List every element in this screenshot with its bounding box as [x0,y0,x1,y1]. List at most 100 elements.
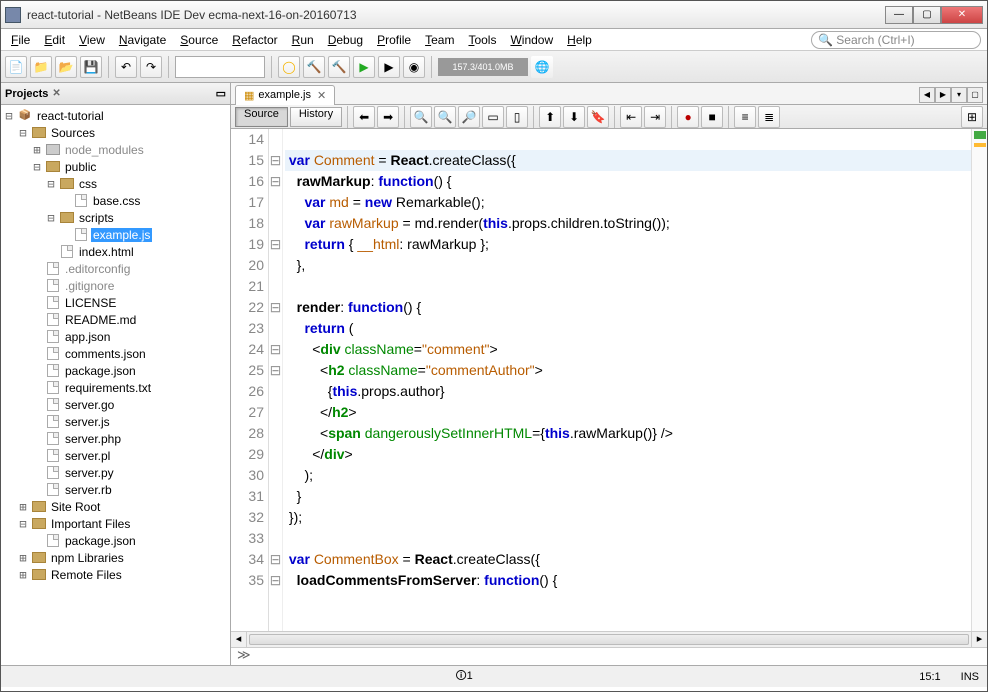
prev-bookmark-button[interactable]: ⬆ [539,106,561,128]
line-number[interactable]: 26 [235,381,264,402]
menu-team[interactable]: Team [421,31,458,49]
expand-icon[interactable]: ⊟ [31,160,43,174]
line-number[interactable]: 17 [235,192,264,213]
tree-node-package.json[interactable]: package.json [3,362,228,379]
expand-icon[interactable]: ⊟ [17,126,29,140]
tree-node-server.js[interactable]: server.js [3,413,228,430]
fold-icon[interactable] [269,213,282,234]
tree-node-server.go[interactable]: server.go [3,396,228,413]
code-editor[interactable]: 1415161718192021222324252627282930313233… [231,129,987,631]
nav-fwd-button[interactable]: ➡ [377,106,399,128]
fold-icon[interactable]: ⊟ [269,360,282,381]
new-file-button[interactable]: 📄 [5,56,27,78]
line-number[interactable]: 34 [235,549,264,570]
fold-icon[interactable] [269,444,282,465]
toggle-bookmark-button[interactable]: 🔖 [587,106,609,128]
expand-icon[interactable]: ⊞ [17,500,29,514]
code-line[interactable]: var Comment = React.createClass({ [285,150,971,171]
line-number[interactable]: 25 [235,360,264,381]
macro-stop-button[interactable]: ■ [701,106,723,128]
tree-node-package.json[interactable]: package.json [3,532,228,549]
browser-button[interactable]: ◯ [278,56,300,78]
line-number[interactable]: 15 [235,150,264,171]
find-next-button[interactable]: 🔎 [458,106,480,128]
menu-source[interactable]: Source [176,31,222,49]
shift-right-button[interactable]: ⇥ [644,106,666,128]
tab-list-button[interactable]: ▾ [951,87,967,103]
code-line[interactable]: var md = new Remarkable(); [285,192,971,213]
code-line[interactable]: loadCommentsFromServer: function() { [285,570,971,591]
tree-node-Site Root[interactable]: ⊞Site Root [3,498,228,515]
code-line[interactable]: }); [285,507,971,528]
tree-node-app.json[interactable]: app.json [3,328,228,345]
close-button[interactable]: ✕ [941,6,983,24]
menu-file[interactable]: File [7,31,34,49]
tree-node-Sources[interactable]: ⊟Sources [3,124,228,141]
tree-node-server.php[interactable]: server.php [3,430,228,447]
expand-icon[interactable]: ⊟ [17,517,29,531]
tree-node-npm Libraries[interactable]: ⊞npm Libraries [3,549,228,566]
expand-icon[interactable]: ⊟ [45,177,57,191]
fold-icon[interactable]: ⊟ [269,549,282,570]
shift-left-button[interactable]: ⇤ [620,106,642,128]
save-all-button[interactable]: 💾 [80,56,102,78]
panel-close-icon[interactable]: ✕ [52,88,60,99]
tab-scroll-left[interactable]: ◀ [919,87,935,103]
tree-node-node_modules[interactable]: ⊞node_modules [3,141,228,158]
tree-node-server.py[interactable]: server.py [3,464,228,481]
uncomment-button[interactable]: ≣ [758,106,780,128]
line-number[interactable]: 35 [235,570,264,591]
split-button[interactable]: ⊞ [961,106,983,128]
code-line[interactable]: </h2> [285,402,971,423]
fold-icon[interactable] [269,255,282,276]
menu-window[interactable]: Window [506,31,557,49]
profile-button[interactable]: ◉ [403,56,425,78]
quick-search[interactable]: 🔍 Search (Ctrl+I) [811,31,981,49]
code-line[interactable] [285,528,971,549]
fold-icon[interactable]: ⊟ [269,150,282,171]
code-line[interactable]: var rawMarkup = md.render(this.props.chi… [285,213,971,234]
find-sel-button[interactable]: 🔍 [410,106,432,128]
toggle-highlight-button[interactable]: ▭ [482,106,504,128]
nav-back-button[interactable]: ⬅ [353,106,375,128]
panel-minimize-icon[interactable]: ▭ [216,87,226,100]
line-number[interactable]: 18 [235,213,264,234]
tree-node-react-tutorial[interactable]: ⊟📦react-tutorial [3,107,228,124]
notifications-icon[interactable]: 🛈1 [455,667,472,686]
fold-icon[interactable] [269,318,282,339]
horizontal-scrollbar[interactable]: ◂ ▸ [231,631,987,647]
tab-scroll-right[interactable]: ▶ [935,87,951,103]
menu-refactor[interactable]: Refactor [228,31,281,49]
code-line[interactable]: }, [285,255,971,276]
tab-example-js[interactable]: ▦ example.js ✕ [235,85,335,105]
tree-node-.gitignore[interactable]: .gitignore [3,277,228,294]
line-number[interactable]: 27 [235,402,264,423]
fold-icon[interactable] [269,192,282,213]
comment-button[interactable]: ≡ [734,106,756,128]
macro-rec-button[interactable]: ● [677,106,699,128]
menu-help[interactable]: Help [563,31,596,49]
insert-mode[interactable]: INS [961,671,979,683]
expand-icon[interactable]: ⊟ [45,211,57,225]
code-line[interactable]: <h2 className="commentAuthor"> [285,360,971,381]
debug-button[interactable]: ▶ [378,56,400,78]
tree-node-base.css[interactable]: base.css [3,192,228,209]
tree-node-LICENSE[interactable]: LICENSE [3,294,228,311]
redo-button[interactable]: ↷ [140,56,162,78]
cursor-position[interactable]: 15:1 [919,671,940,683]
minimize-button[interactable]: — [885,6,913,24]
fold-icon[interactable]: ⊟ [269,171,282,192]
fold-column[interactable]: ⊟⊟⊟⊟⊟⊟⊟⊟ [269,129,283,631]
tree-node-requirements.txt[interactable]: requirements.txt [3,379,228,396]
line-number[interactable]: 20 [235,255,264,276]
next-bookmark-button[interactable]: ⬇ [563,106,585,128]
tab-maximize-button[interactable]: ▢ [967,87,983,103]
code-line[interactable]: </div> [285,444,971,465]
config-combo[interactable] [175,56,265,78]
gc-button[interactable]: 🌐 [531,56,553,78]
code-line[interactable]: <span dangerouslySetInnerHTML={this.rawM… [285,423,971,444]
line-number[interactable]: 14 [235,129,264,150]
fold-icon[interactable] [269,381,282,402]
maximize-button[interactable]: ▢ [913,6,941,24]
menu-navigate[interactable]: Navigate [115,31,170,49]
